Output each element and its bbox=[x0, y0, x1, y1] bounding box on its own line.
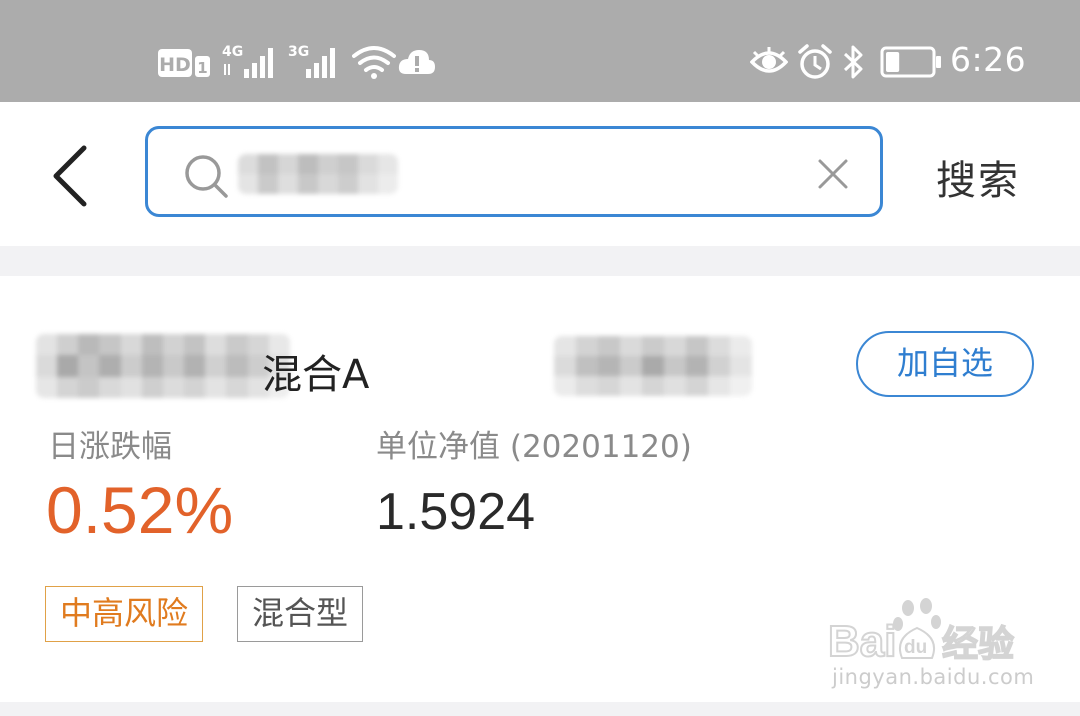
svg-text:Bai: Bai bbox=[828, 617, 896, 664]
svg-text:3G: 3G bbox=[288, 44, 309, 60]
watermark-url: jingyan.baidu.com bbox=[832, 665, 1035, 689]
battery-icon bbox=[880, 46, 941, 78]
svg-text:du: du bbox=[904, 637, 927, 658]
alarm-icon bbox=[798, 44, 832, 79]
back-button[interactable] bbox=[40, 140, 100, 210]
nav-value: 1.5924 bbox=[376, 483, 536, 541]
eye-icon bbox=[750, 47, 788, 73]
redacted-fund-name bbox=[36, 334, 290, 398]
redacted-search-text bbox=[238, 154, 398, 194]
status-bar: HD 1 4G 3G 6:26 bbox=[0, 0, 1080, 102]
clear-search-icon[interactable] bbox=[816, 157, 850, 191]
svg-text:HD: HD bbox=[159, 54, 191, 76]
search-header: 搜索 bbox=[0, 102, 1080, 246]
chevron-left-icon bbox=[53, 145, 87, 207]
svg-text:经验: 经验 bbox=[942, 624, 1014, 664]
daily-change-value: 0.52% bbox=[46, 473, 234, 547]
fund-type-tag: 混合型 bbox=[237, 586, 364, 642]
svg-text:1: 1 bbox=[197, 59, 207, 77]
cloud-alert-icon bbox=[398, 50, 435, 74]
search-icon bbox=[185, 155, 228, 198]
redacted-fund-code bbox=[554, 336, 752, 396]
fund-name: 混合A bbox=[262, 352, 370, 398]
signal-3g-icon: 3G bbox=[288, 44, 335, 78]
section-divider-bottom bbox=[0, 702, 1080, 716]
signal-4g-icon: 4G bbox=[222, 44, 273, 78]
section-divider bbox=[0, 246, 1080, 276]
baidu-jingyan-watermark-logo: Bai du 经验 bbox=[828, 598, 1015, 664]
wifi-icon bbox=[352, 46, 396, 79]
hd-icon: HD 1 bbox=[158, 49, 210, 77]
daily-change-label: 日涨跌幅 bbox=[48, 429, 172, 465]
nav-label: 单位净值 (20201120) bbox=[376, 429, 692, 465]
add-to-watchlist-button[interactable]: 加自选 bbox=[856, 331, 1034, 397]
status-time: 6:26 bbox=[950, 40, 1027, 79]
risk-level-tag: 中高风险 bbox=[45, 586, 204, 642]
svg-text:4G: 4G bbox=[222, 44, 243, 60]
bluetooth-icon bbox=[843, 45, 863, 79]
search-box[interactable] bbox=[145, 126, 883, 217]
search-button[interactable]: 搜索 bbox=[936, 148, 1020, 206]
